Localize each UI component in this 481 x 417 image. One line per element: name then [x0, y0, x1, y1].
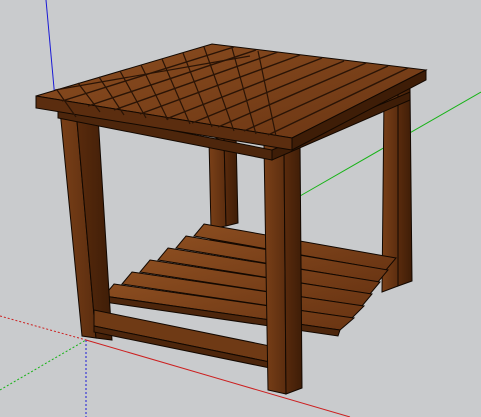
front-right-leg[interactable]	[263, 139, 303, 395]
3d-viewport[interactable]	[0, 0, 481, 417]
red-axis-dotted	[0, 315, 87, 341]
scene-canvas[interactable]	[0, 0, 481, 417]
green-axis-dotted	[0, 339, 87, 391]
lower-shelf[interactable]	[103, 223, 397, 337]
front-left-leg[interactable]	[59, 109, 113, 341]
